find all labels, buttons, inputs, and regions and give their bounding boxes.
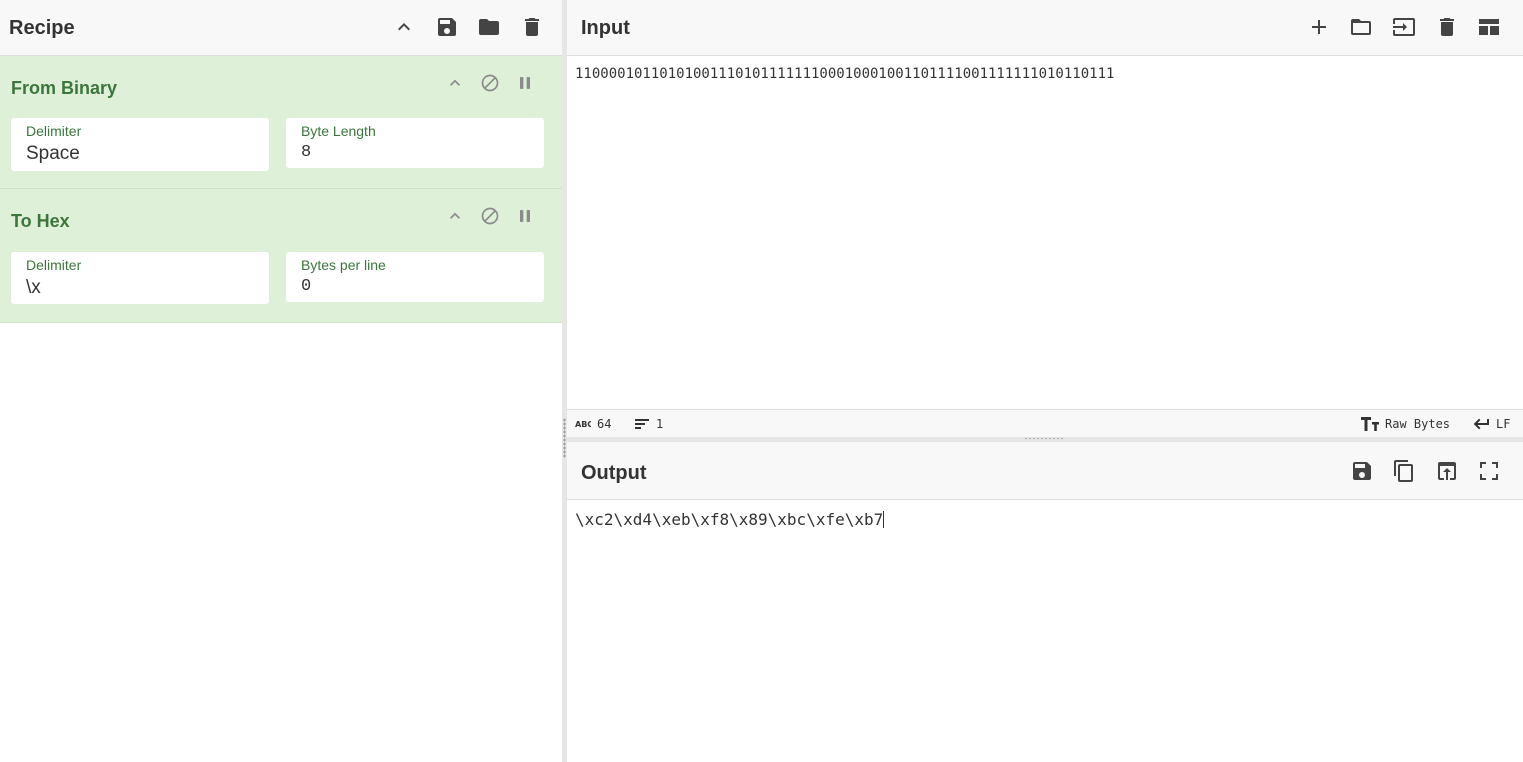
return-icon: [1473, 418, 1489, 430]
delimiter-field[interactable]: Delimiter Space: [11, 118, 269, 171]
field-label: Delimiter: [26, 123, 82, 139]
input-title: Input: [581, 17, 630, 39]
output-text[interactable]: \xc2\xd4\xeb\xf8\x89\xbc\xfe\xb7: [575, 510, 1515, 529]
load-recipe-button[interactable]: [474, 12, 504, 42]
eol-selector[interactable]: LF: [1472, 417, 1510, 431]
open-folder-button[interactable]: [1346, 12, 1376, 42]
folder-icon: [479, 19, 499, 35]
text-size-icon: [1361, 417, 1379, 431]
delimiter-field[interactable]: Delimiter \x: [11, 252, 269, 304]
open-file-button[interactable]: [1389, 12, 1419, 42]
trash-icon: [1440, 18, 1454, 36]
breakpoint-button[interactable]: [513, 71, 537, 95]
recipe-header: Recipe: [0, 0, 562, 56]
text-cursor: [883, 511, 885, 528]
output-value: \xc2\xd4\xeb\xf8\x89\xbc\xfe\xb7: [575, 510, 884, 529]
save-output-button[interactable]: [1347, 456, 1377, 486]
output-panel: Output \xc2\xd4\xeb\xf8\x89\xbc\xfe\xb7: [567, 442, 1523, 762]
replace-input-button[interactable]: [1432, 456, 1462, 486]
folder-icon: [1351, 19, 1371, 35]
abc-icon: ABC: [575, 420, 591, 429]
add-input-tab-button[interactable]: [1304, 12, 1334, 42]
copy-output-button[interactable]: [1389, 456, 1419, 486]
disable-operation-button[interactable]: [478, 204, 502, 228]
disable-operation-button[interactable]: [478, 71, 502, 95]
breakpoint-button[interactable]: [513, 204, 537, 228]
operation-title: To Hex: [11, 211, 70, 231]
layout-icon: [1479, 19, 1499, 35]
output-header: Output: [567, 442, 1523, 500]
eol-value: LF: [1496, 417, 1511, 431]
collapse-operation-button[interactable]: [443, 204, 467, 228]
char-count: ABC 64: [575, 417, 611, 431]
resize-grip[interactable]: [1024, 437, 1064, 440]
operation-from-binary[interactable]: From Binary Delimiter Space Byte Length …: [0, 56, 562, 189]
recipe-title: Recipe: [9, 17, 75, 39]
field-label: Byte Length: [301, 123, 376, 139]
input-textarea[interactable]: 1100001011010100111010111111100010001001…: [575, 66, 1515, 82]
pause-icon: [520, 210, 530, 222]
resize-grip[interactable]: [563, 418, 566, 458]
char-count-value: 64: [597, 417, 612, 431]
replace-input-icon: [1438, 462, 1456, 480]
chevron-up-icon: [450, 212, 460, 219]
maximize-icon: [1480, 462, 1498, 480]
output-title: Output: [581, 462, 647, 484]
clear-recipe-button[interactable]: [517, 12, 547, 42]
byte-length-input[interactable]: 8: [301, 143, 521, 162]
copy-icon: [1394, 460, 1413, 482]
bytes-per-line-field[interactable]: Bytes per line 0: [286, 252, 544, 302]
disable-icon: [481, 74, 499, 92]
maximize-output-button[interactable]: [1474, 456, 1504, 486]
input-panel: Input 1100001011010100111010111111100010…: [567, 0, 1523, 437]
bytes-per-line-input[interactable]: 0: [301, 277, 521, 296]
save-recipe-button[interactable]: [432, 12, 462, 42]
line-count: 1: [634, 417, 663, 431]
collapse-operation-button[interactable]: [443, 71, 467, 95]
delimiter-select[interactable]: Space: [26, 143, 246, 165]
clear-input-button[interactable]: [1432, 12, 1462, 42]
encoding-selector[interactable]: Raw Bytes: [1361, 417, 1450, 431]
encoding-value: Raw Bytes: [1385, 417, 1451, 431]
operation-title: From Binary: [11, 78, 118, 98]
lines-icon: [635, 419, 649, 429]
line-count-value: 1: [656, 417, 664, 431]
save-icon: [438, 18, 456, 36]
delimiter-select[interactable]: \x: [26, 277, 246, 299]
pause-icon: [520, 77, 530, 89]
chevron-up-icon: [450, 79, 460, 86]
trash-icon: [525, 18, 539, 36]
field-label: Delimiter: [26, 257, 82, 273]
collapse-all-button[interactable]: [389, 12, 419, 42]
recipe-panel: Recipe From Binary Delimiter Space Byte …: [0, 0, 562, 762]
disable-icon: [481, 207, 499, 225]
plus-icon: [1312, 20, 1326, 34]
field-label: Bytes per line: [301, 257, 386, 273]
input-header: Input: [567, 0, 1523, 56]
input-status-bar: ABC 64 1 Raw Bytes LF: [567, 409, 1523, 437]
save-icon: [1353, 462, 1371, 480]
operation-to-hex[interactable]: To Hex Delimiter \x Bytes per line 0: [0, 189, 562, 323]
svg-text:ABC: ABC: [575, 420, 591, 429]
chevron-up-icon: [398, 23, 410, 31]
byte-length-field[interactable]: Byte Length 8: [286, 118, 544, 168]
reset-layout-button[interactable]: [1474, 12, 1504, 42]
input-file-icon: [1393, 18, 1415, 36]
